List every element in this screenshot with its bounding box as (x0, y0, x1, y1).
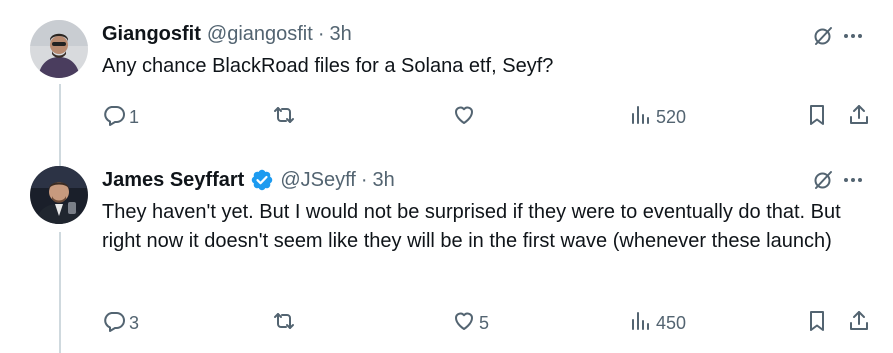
tweet[interactable]: James Seyffart @JSeyff · 3h They haven't… (0, 150, 893, 353)
bookmark-button[interactable] (805, 309, 829, 337)
more-icon[interactable] (841, 168, 865, 192)
reply-icon (102, 103, 126, 132)
tweet-text: They haven't yet. But I would not be sur… (102, 201, 841, 252)
tweet-header: James Seyffart @JSeyff · 3h (102, 166, 395, 194)
user-handle[interactable]: @giangosfit (207, 23, 313, 46)
tweet[interactable]: Giangosfit @giangosfit · 3h Any chance B… (0, 0, 893, 150)
views-icon (629, 103, 653, 132)
action-bar: 1 520 (102, 103, 869, 131)
display-name[interactable]: Giangosfit (102, 23, 201, 46)
share-icon (847, 309, 871, 338)
like-icon (452, 103, 476, 132)
reply-button[interactable]: 1 (102, 103, 139, 131)
view-count: 520 (656, 106, 687, 127)
timestamp[interactable]: 3h (373, 169, 395, 192)
action-bar: 3 5 450 (102, 309, 869, 337)
views-button[interactable]: 450 (629, 309, 686, 337)
share-button[interactable] (847, 309, 871, 337)
repost-icon (272, 103, 296, 132)
share-button[interactable] (847, 103, 871, 131)
repost-button[interactable] (272, 103, 299, 131)
like-button[interactable]: 5 (452, 309, 489, 337)
verified-badge-icon[interactable] (250, 168, 274, 192)
more-icon[interactable] (841, 24, 865, 48)
views-button[interactable]: 520 (629, 103, 686, 131)
reply-button[interactable]: 3 (102, 309, 139, 337)
like-button[interactable] (452, 103, 479, 131)
tweet-text: Any chance BlackRoad files for a Solana … (102, 55, 554, 77)
reply-count: 3 (129, 312, 140, 333)
grok-icon[interactable] (811, 24, 835, 48)
grok-icon[interactable] (811, 168, 835, 192)
display-name[interactable]: James Seyffart (102, 169, 244, 192)
separator-dot: · (317, 22, 325, 45)
view-count: 450 (656, 312, 687, 333)
views-icon (629, 309, 653, 338)
separator-dot: · (360, 168, 368, 191)
timestamp[interactable]: 3h (329, 23, 351, 46)
bookmark-icon (805, 103, 829, 132)
reply-count: 1 (129, 106, 140, 127)
like-count: 5 (479, 312, 490, 333)
avatar[interactable] (30, 20, 88, 78)
bookmark-icon (805, 309, 829, 338)
reply-icon (102, 309, 126, 338)
repost-icon (272, 309, 296, 338)
repost-button[interactable] (272, 309, 299, 337)
avatar[interactable] (30, 166, 88, 224)
like-icon (452, 309, 476, 338)
share-icon (847, 103, 871, 132)
user-handle[interactable]: @JSeyff (280, 169, 356, 192)
tweet-header: Giangosfit @giangosfit · 3h (102, 20, 352, 48)
bookmark-button[interactable] (805, 103, 829, 131)
